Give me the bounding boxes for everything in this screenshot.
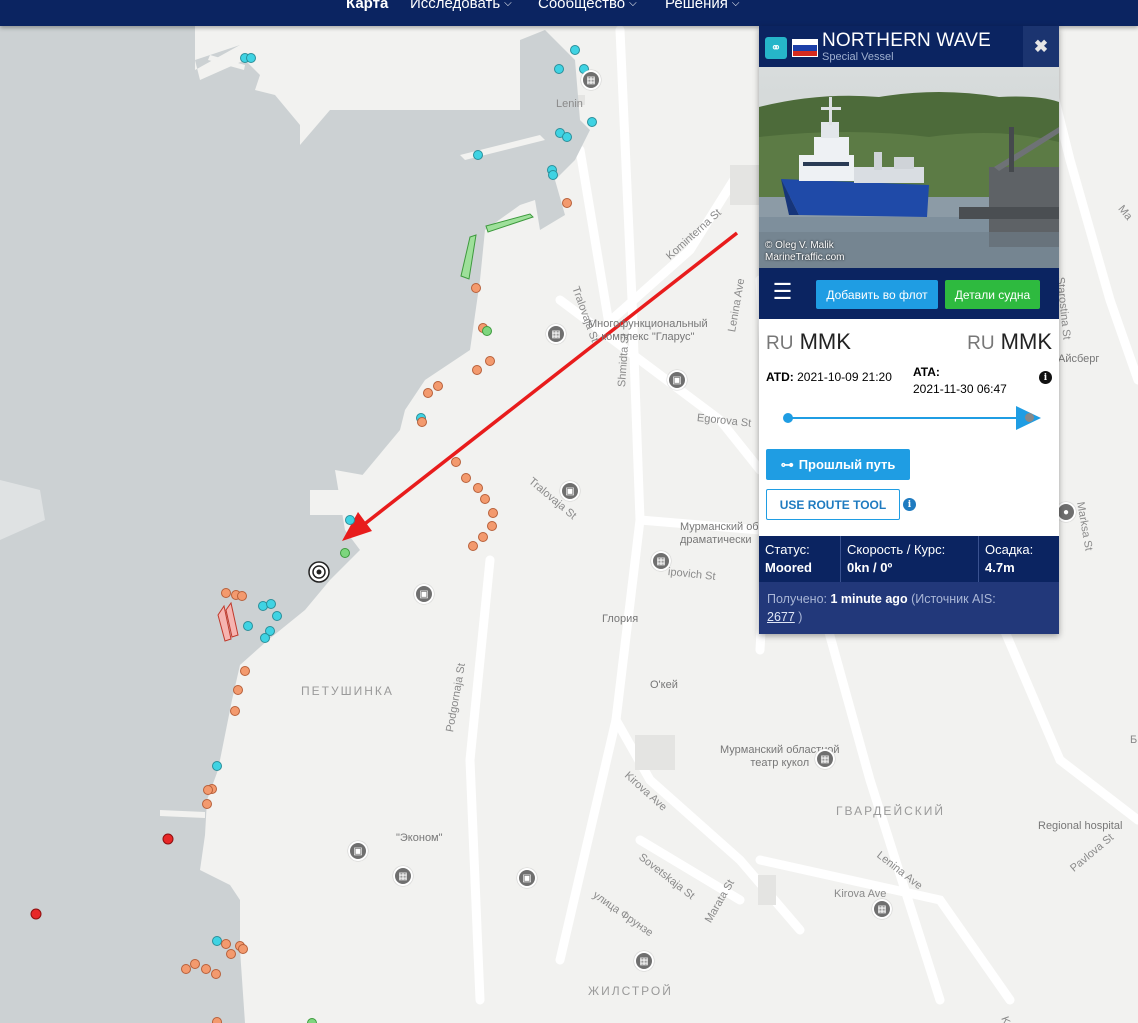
close-button[interactable]: ✖ <box>1023 26 1059 67</box>
nav-item-community[interactable]: Сообщество ⌵ <box>538 0 637 14</box>
map-label: Глория <box>602 613 639 625</box>
vessel-header: ⚭ NORTHERN WAVE Special Vessel ✖ <box>759 26 1059 67</box>
atd-value: 2021-10-09 21:20 <box>797 370 892 384</box>
map-label: Kirova Ave <box>834 888 887 900</box>
departure-country-code: RU <box>766 333 794 354</box>
russia-flag-icon <box>792 39 818 57</box>
person-icon[interactable]: ● <box>1056 502 1076 522</box>
action-bar: ☰ Добавить во флот Детали судна <box>759 268 1059 319</box>
past-track-label: Прошлый путь <box>798 457 896 472</box>
speed-value: 0kn / 0º <box>847 560 893 575</box>
progress-start-dot <box>783 413 793 423</box>
nav-item-label: Карта <box>346 0 389 12</box>
map-label: Regional hospital <box>1038 820 1123 832</box>
photo-credit-line: © Oleg V. Malik <box>765 240 834 251</box>
building-icon[interactable]: ▦ <box>634 951 654 971</box>
draught-cell: Осадка: 4.7m <box>979 536 1059 582</box>
received-value: 1 minute ago <box>830 592 908 606</box>
map-label: Айсберг <box>1058 353 1100 365</box>
arrival-port[interactable]: RU MMK <box>967 329 1052 355</box>
chevron-down-icon: ⌵ <box>731 0 740 9</box>
source-label: (Источник AIS: <box>911 592 996 606</box>
speed-label: Скорость / Курс: <box>847 542 946 557</box>
route-tool-button[interactable]: USE ROUTE TOOL <box>766 489 900 520</box>
ais-source-link[interactable]: 2677 <box>767 610 795 624</box>
vessel-position-dot <box>1025 413 1034 422</box>
hamburger-icon: ☰ <box>772 279 793 304</box>
status-label: Статус: <box>765 542 810 557</box>
vessel-type: Special Vessel <box>822 51 894 63</box>
nav-item-explore[interactable]: Исследовать ⌵ <box>410 0 512 14</box>
nav-item-label: Исследовать <box>410 0 501 12</box>
received-info: Получено: 1 minute ago (Источник AIS: 26… <box>759 582 1059 634</box>
building-icon[interactable]: ▦ <box>393 866 413 886</box>
voyage-progress <box>759 392 1059 444</box>
map-label: Мурманский об драматически <box>680 521 759 546</box>
vessel-details-button[interactable]: Детали судна <box>945 280 1040 309</box>
chevron-down-icon: ⌵ <box>629 0 637 9</box>
shop-icon[interactable]: ▣ <box>348 841 368 861</box>
nav-item-label: Сообщество <box>538 0 626 12</box>
map-label-district: ПЕТУШИНКА <box>301 684 394 698</box>
received-label: Получено: <box>767 592 827 606</box>
map-label: Lenin <box>556 98 583 110</box>
info-icon[interactable]: i <box>903 498 916 511</box>
nav-item-label: Решения <box>665 0 728 12</box>
info-icon[interactable]: i <box>1039 371 1052 384</box>
link-icon[interactable]: ⚭ <box>765 37 787 59</box>
building-icon[interactable]: ▦ <box>815 749 835 769</box>
map-label-district: ГВАРДЕЙСКИЙ <box>836 804 945 818</box>
departure-port[interactable]: RU MMK <box>766 329 851 355</box>
close-icon: ✖ <box>1033 36 1049 56</box>
building-icon[interactable]: ▦ <box>581 70 601 90</box>
vessel-photo[interactable]: © Oleg V. Malik MarineTraffic.com <box>759 67 1059 268</box>
arrival-country-code: RU <box>967 333 995 354</box>
departure-port-code: MMK <box>799 329 851 354</box>
source-close: ) <box>798 610 803 624</box>
status-cell: Статус: Moored <box>759 536 841 582</box>
ata-label: ATA: <box>913 365 940 379</box>
menu-button[interactable]: ☰ <box>769 280 796 306</box>
voyage-ports: RU MMK RU MMK <box>759 319 1059 357</box>
speed-cell: Скорость / Курс: 0kn / 0º <box>841 536 979 582</box>
photo-credit: © Oleg V. Malik MarineTraffic.com <box>765 240 844 264</box>
chevron-down-icon: ⌵ <box>504 0 512 9</box>
map-label-glarus: Многофункциональный комплекс "Гларус" <box>588 318 708 343</box>
past-track-button[interactable]: ⊶ Прошлый путь <box>766 449 910 480</box>
building-icon[interactable]: ▦ <box>651 551 671 571</box>
draught-label: Осадка: <box>985 542 1034 557</box>
building-icon[interactable]: ▦ <box>872 899 892 919</box>
atd-label: ATD: <box>766 370 794 384</box>
nav-item-map[interactable]: Карта <box>346 0 388 14</box>
arrival-port-code: MMK <box>1000 329 1052 354</box>
top-navigation: Карта Исследовать ⌵ Сообщество ⌵ Решения ⌵ <box>0 0 1138 26</box>
shop-icon[interactable]: ▣ <box>414 584 434 604</box>
map-label: Б <box>1130 734 1138 746</box>
selected-vessel-target[interactable] <box>308 561 330 583</box>
photo-credit-line: MarineTraffic.com <box>765 252 845 263</box>
map-label-district: ЖИЛСТРОЙ <box>588 984 673 998</box>
building-icon[interactable]: ▦ <box>546 324 566 344</box>
add-to-fleet-button[interactable]: Добавить во флот <box>816 280 938 309</box>
vessel-photo-image <box>759 67 1059 268</box>
progress-line <box>788 417 1028 419</box>
status-value: Moored <box>765 560 812 575</box>
vessel-info-panel: ⚭ NORTHERN WAVE Special Vessel ✖ © Oleg … <box>759 26 1059 634</box>
map-label: О'кей <box>650 679 678 691</box>
map-label: "Эконом" <box>396 832 443 844</box>
shop-icon[interactable]: ▣ <box>517 868 537 888</box>
gift-icon[interactable]: ▣ <box>667 370 687 390</box>
water-body <box>0 26 590 1023</box>
atd: ATD: 2021-10-09 21:20 <box>766 370 892 384</box>
vessel-status-row: Статус: Moored Скорость / Курс: 0kn / 0º… <box>759 536 1059 582</box>
nav-item-solutions[interactable]: Решения ⌵ <box>665 0 739 14</box>
voyage-times: ATD: 2021-10-09 21:20 ATA: 2021-11-30 06… <box>759 357 1059 396</box>
shop-icon[interactable]: ▣ <box>560 481 580 501</box>
vessel-name: NORTHERN WAVE <box>822 30 992 51</box>
draught-value: 4.7m <box>985 560 1015 575</box>
track-icon: ⊶ <box>780 456 794 472</box>
